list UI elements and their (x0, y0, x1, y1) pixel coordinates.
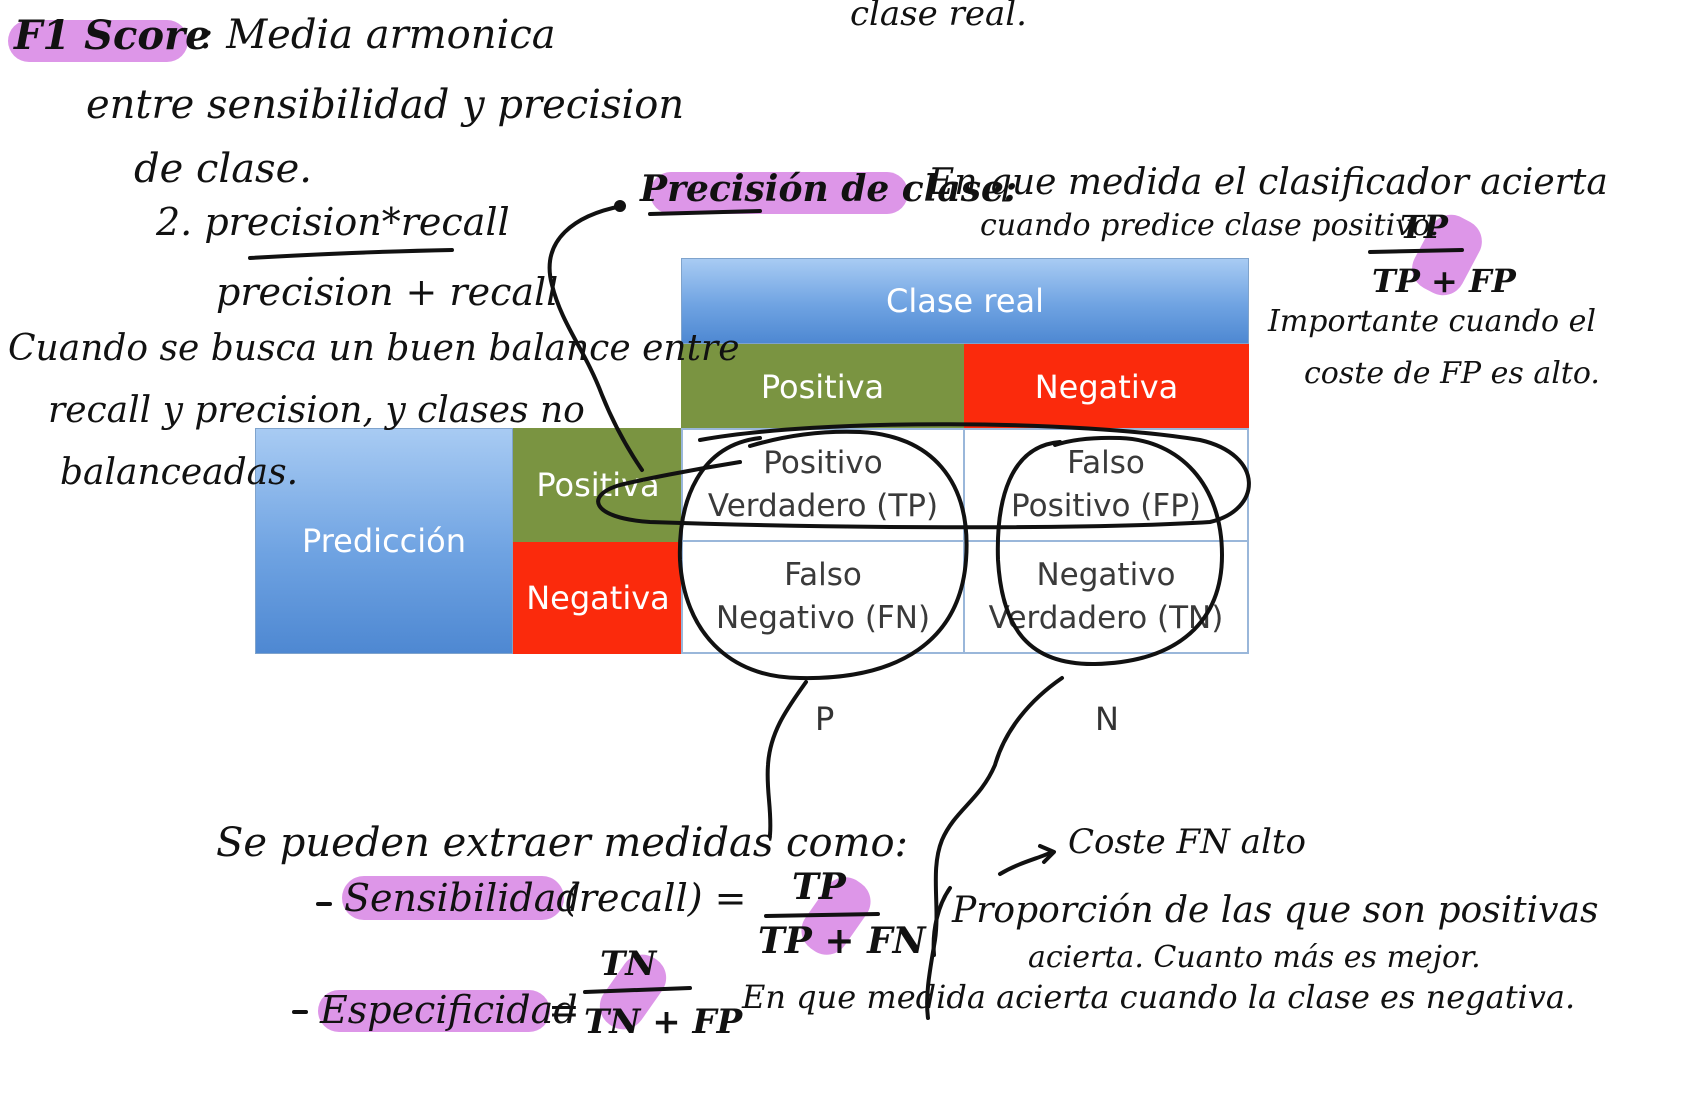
spec-den: TN + FP (584, 1002, 743, 1042)
precision-den: TP + FP (1372, 262, 1516, 300)
important-1: Importante cuando el (1268, 304, 1596, 339)
precision-desc-1: En que medida el clasificador acierta (928, 162, 1608, 203)
p-link-line (765, 680, 808, 837)
balance-3: balanceadas. (60, 452, 299, 493)
precision-desc-2: cuando predice clase positivo. (980, 208, 1440, 243)
spec-fraction-bar (583, 986, 692, 994)
f1-title: F1 Score (14, 12, 211, 59)
f1-desc-1: : Media armonica (200, 12, 556, 58)
spec-label: Especificidad (320, 988, 578, 1032)
important-2: coste de FP es alto. (1304, 356, 1600, 391)
balance-2: recall y precision, y clases no (48, 390, 585, 431)
row-ellipse (596, 422, 1251, 530)
measures-intro: Se pueden extraer medidas como: (216, 820, 909, 866)
spec-num: TN (600, 944, 657, 984)
f1-desc-3: de clase. (134, 146, 312, 192)
sens-suffix: (recall) = (564, 876, 747, 920)
spec-desc: En que medida acierta cuando la clase es… (742, 978, 1576, 1016)
cost-fn: Coste FN alto (1068, 822, 1306, 862)
f1-formula-den: precision + recall (216, 270, 559, 314)
spec-suffix: = (548, 988, 580, 1032)
sens-label: Sensibilidad (344, 876, 581, 920)
precision-underline (648, 209, 762, 216)
prop-1: Proporción de las que son positivas (952, 890, 1599, 931)
precision-fraction-bar (1368, 248, 1464, 254)
balance-1: Cuando se busca un buen balance entre (8, 328, 740, 369)
f1-formula-num: 2. precision*recall (156, 200, 510, 244)
f1-fraction-bar (248, 248, 454, 260)
sens-fraction-bar (764, 912, 880, 918)
left-column-circle (677, 429, 969, 681)
top-fragment: clase real. (850, 0, 1027, 34)
precision-num: TP (1400, 208, 1448, 246)
prop-2: acierta. Cuanto más es mejor. (1028, 940, 1481, 975)
right-column-circle (995, 435, 1224, 667)
sens-den: TP + FN (758, 920, 926, 962)
sens-num: TP (792, 866, 846, 908)
f1-desc-2: entre sensibilidad y precision (86, 82, 685, 128)
